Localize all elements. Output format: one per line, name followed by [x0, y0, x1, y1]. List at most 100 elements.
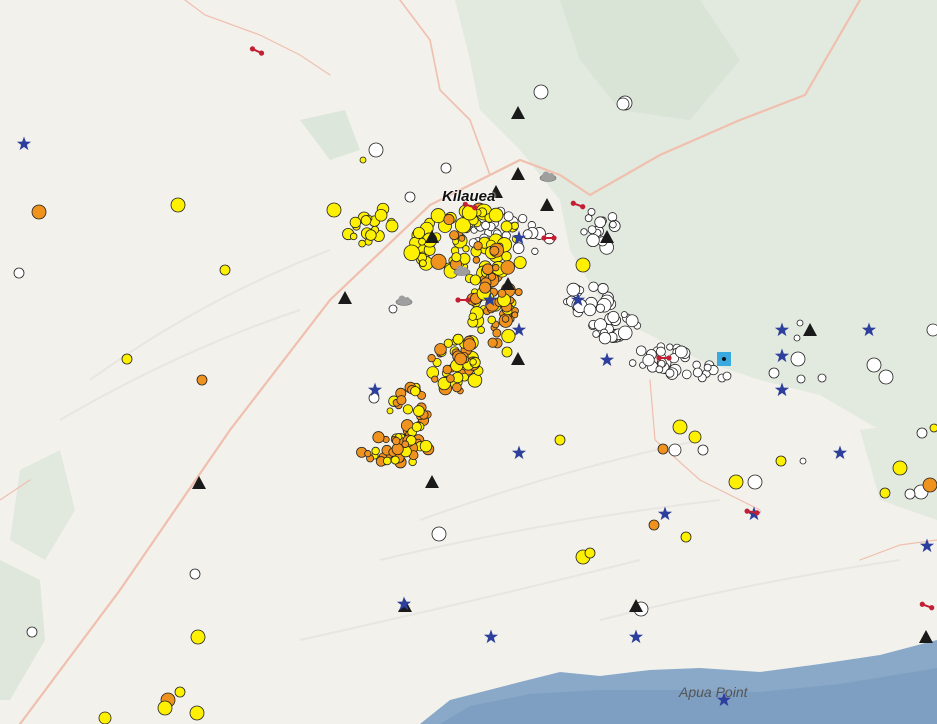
earthquake-recent[interactable]: [413, 405, 425, 417]
earthquake-older[interactable]: [866, 357, 882, 373]
earthquake-older[interactable]: [817, 373, 827, 383]
earthquake-intermediate[interactable]: [511, 311, 519, 319]
earthquake-older[interactable]: [598, 331, 612, 345]
earthquake-intermediate[interactable]: [492, 263, 500, 272]
earthquake-older[interactable]: [388, 304, 398, 314]
earthquake-recent[interactable]: [382, 456, 392, 466]
earthquake-recent[interactable]: [349, 232, 358, 241]
earthquake-intermediate[interactable]: [454, 352, 467, 366]
earthquake-intermediate[interactable]: [430, 253, 447, 270]
earthquake-recent[interactable]: [402, 404, 413, 415]
earthquake-recent[interactable]: [326, 202, 342, 218]
earthquake-older[interactable]: [681, 369, 692, 380]
earthquake-intermediate[interactable]: [392, 436, 401, 446]
earthquake-older[interactable]: [580, 228, 588, 236]
earthquake-older[interactable]: [768, 367, 780, 379]
earthquake-recent[interactable]: [386, 407, 394, 415]
earthquake-older[interactable]: [368, 142, 384, 158]
map-canvas[interactable]: [0, 0, 937, 724]
earthquake-recent[interactable]: [452, 333, 464, 345]
earthquake-older[interactable]: [692, 360, 701, 370]
earthquake-intermediate[interactable]: [489, 245, 500, 256]
earthquake-recent[interactable]: [174, 686, 186, 698]
earthquake-older[interactable]: [628, 359, 637, 367]
earthquake-older[interactable]: [597, 283, 609, 295]
earthquake-older[interactable]: [655, 346, 666, 357]
earthquake-older[interactable]: [13, 267, 25, 279]
earthquake-intermediate[interactable]: [196, 374, 208, 386]
earthquake-recent[interactable]: [477, 326, 486, 334]
earthquake-recent[interactable]: [358, 239, 366, 248]
hazard-map[interactable]: Kilauea Apua Point: [0, 0, 937, 724]
earthquake-older[interactable]: [796, 319, 804, 327]
earthquake-recent[interactable]: [487, 315, 496, 325]
earthquake-recent[interactable]: [501, 328, 516, 344]
earthquake-intermediate[interactable]: [657, 443, 669, 455]
earthquake-recent[interactable]: [419, 259, 427, 268]
earthquake-recent[interactable]: [360, 215, 372, 226]
earthquake-recent[interactable]: [385, 219, 399, 233]
earthquake-intermediate[interactable]: [396, 395, 407, 406]
earthquake-intermediate[interactable]: [514, 288, 523, 296]
earthquake-older[interactable]: [592, 330, 600, 338]
earthquake-older[interactable]: [431, 526, 447, 542]
earthquake-older[interactable]: [440, 162, 452, 174]
earthquake-intermediate[interactable]: [427, 354, 436, 363]
earthquake-older[interactable]: [747, 474, 763, 490]
earthquake-recent[interactable]: [419, 439, 433, 453]
earthquake-older[interactable]: [531, 247, 539, 255]
earthquake-recent[interactable]: [462, 245, 470, 253]
earthquake-intermediate[interactable]: [501, 315, 510, 323]
earthquake-older[interactable]: [790, 351, 806, 367]
earthquake-recent[interactable]: [688, 430, 702, 444]
earthquake-older[interactable]: [503, 211, 514, 222]
earthquake-older[interactable]: [642, 354, 655, 367]
earthquake-intermediate[interactable]: [364, 450, 372, 458]
earthquake-recent[interactable]: [879, 487, 891, 499]
earthquake-recent[interactable]: [929, 423, 937, 433]
earthquake-older[interactable]: [665, 368, 675, 378]
earthquake-recent[interactable]: [374, 208, 388, 222]
earthquake-intermediate[interactable]: [372, 431, 385, 444]
earthquake-recent[interactable]: [554, 434, 566, 446]
earthquake-older[interactable]: [26, 626, 38, 638]
earthquake-older[interactable]: [607, 212, 618, 222]
earthquake-recent[interactable]: [410, 386, 421, 397]
earthquake-older[interactable]: [518, 213, 528, 224]
earthquake-recent[interactable]: [468, 312, 477, 321]
earthquake-older[interactable]: [404, 191, 416, 203]
earthquake-intermediate[interactable]: [452, 382, 462, 393]
earthquake-older[interactable]: [533, 84, 549, 100]
earthquake-older[interactable]: [916, 427, 928, 439]
earthquake-recent[interactable]: [418, 237, 426, 246]
earthquake-older[interactable]: [189, 568, 201, 580]
earthquake-recent[interactable]: [390, 455, 400, 465]
earthquake-older[interactable]: [595, 303, 606, 313]
earthquake-older[interactable]: [522, 229, 533, 240]
earthquake-older[interactable]: [675, 345, 688, 359]
earthquake-recent[interactable]: [451, 252, 462, 263]
earthquake-older[interactable]: [799, 457, 807, 465]
earthquake-recent[interactable]: [500, 220, 513, 233]
earthquake-older[interactable]: [620, 311, 628, 318]
earthquake-intermediate[interactable]: [479, 281, 492, 294]
tiltmeter-square[interactable]: [717, 352, 731, 366]
earthquake-intermediate[interactable]: [462, 338, 476, 352]
earthquake-intermediate[interactable]: [31, 204, 47, 220]
earthquake-recent[interactable]: [189, 705, 205, 721]
earthquake-recent[interactable]: [98, 711, 112, 724]
earthquake-recent[interactable]: [728, 474, 744, 490]
earthquake-intermediate[interactable]: [446, 374, 455, 383]
earthquake-recent[interactable]: [403, 244, 420, 262]
earthquake-older[interactable]: [904, 488, 916, 500]
earthquake-older[interactable]: [692, 367, 703, 378]
earthquake-intermediate[interactable]: [472, 256, 481, 264]
earthquake-recent[interactable]: [672, 419, 688, 435]
earthquake-recent[interactable]: [469, 274, 481, 286]
earthquake-older[interactable]: [703, 363, 712, 372]
earthquake-intermediate[interactable]: [497, 288, 507, 298]
earthquake-recent[interactable]: [371, 446, 380, 456]
earthquake-older[interactable]: [588, 281, 599, 292]
earthquake-older[interactable]: [616, 97, 630, 111]
earthquake-older[interactable]: [587, 208, 596, 216]
